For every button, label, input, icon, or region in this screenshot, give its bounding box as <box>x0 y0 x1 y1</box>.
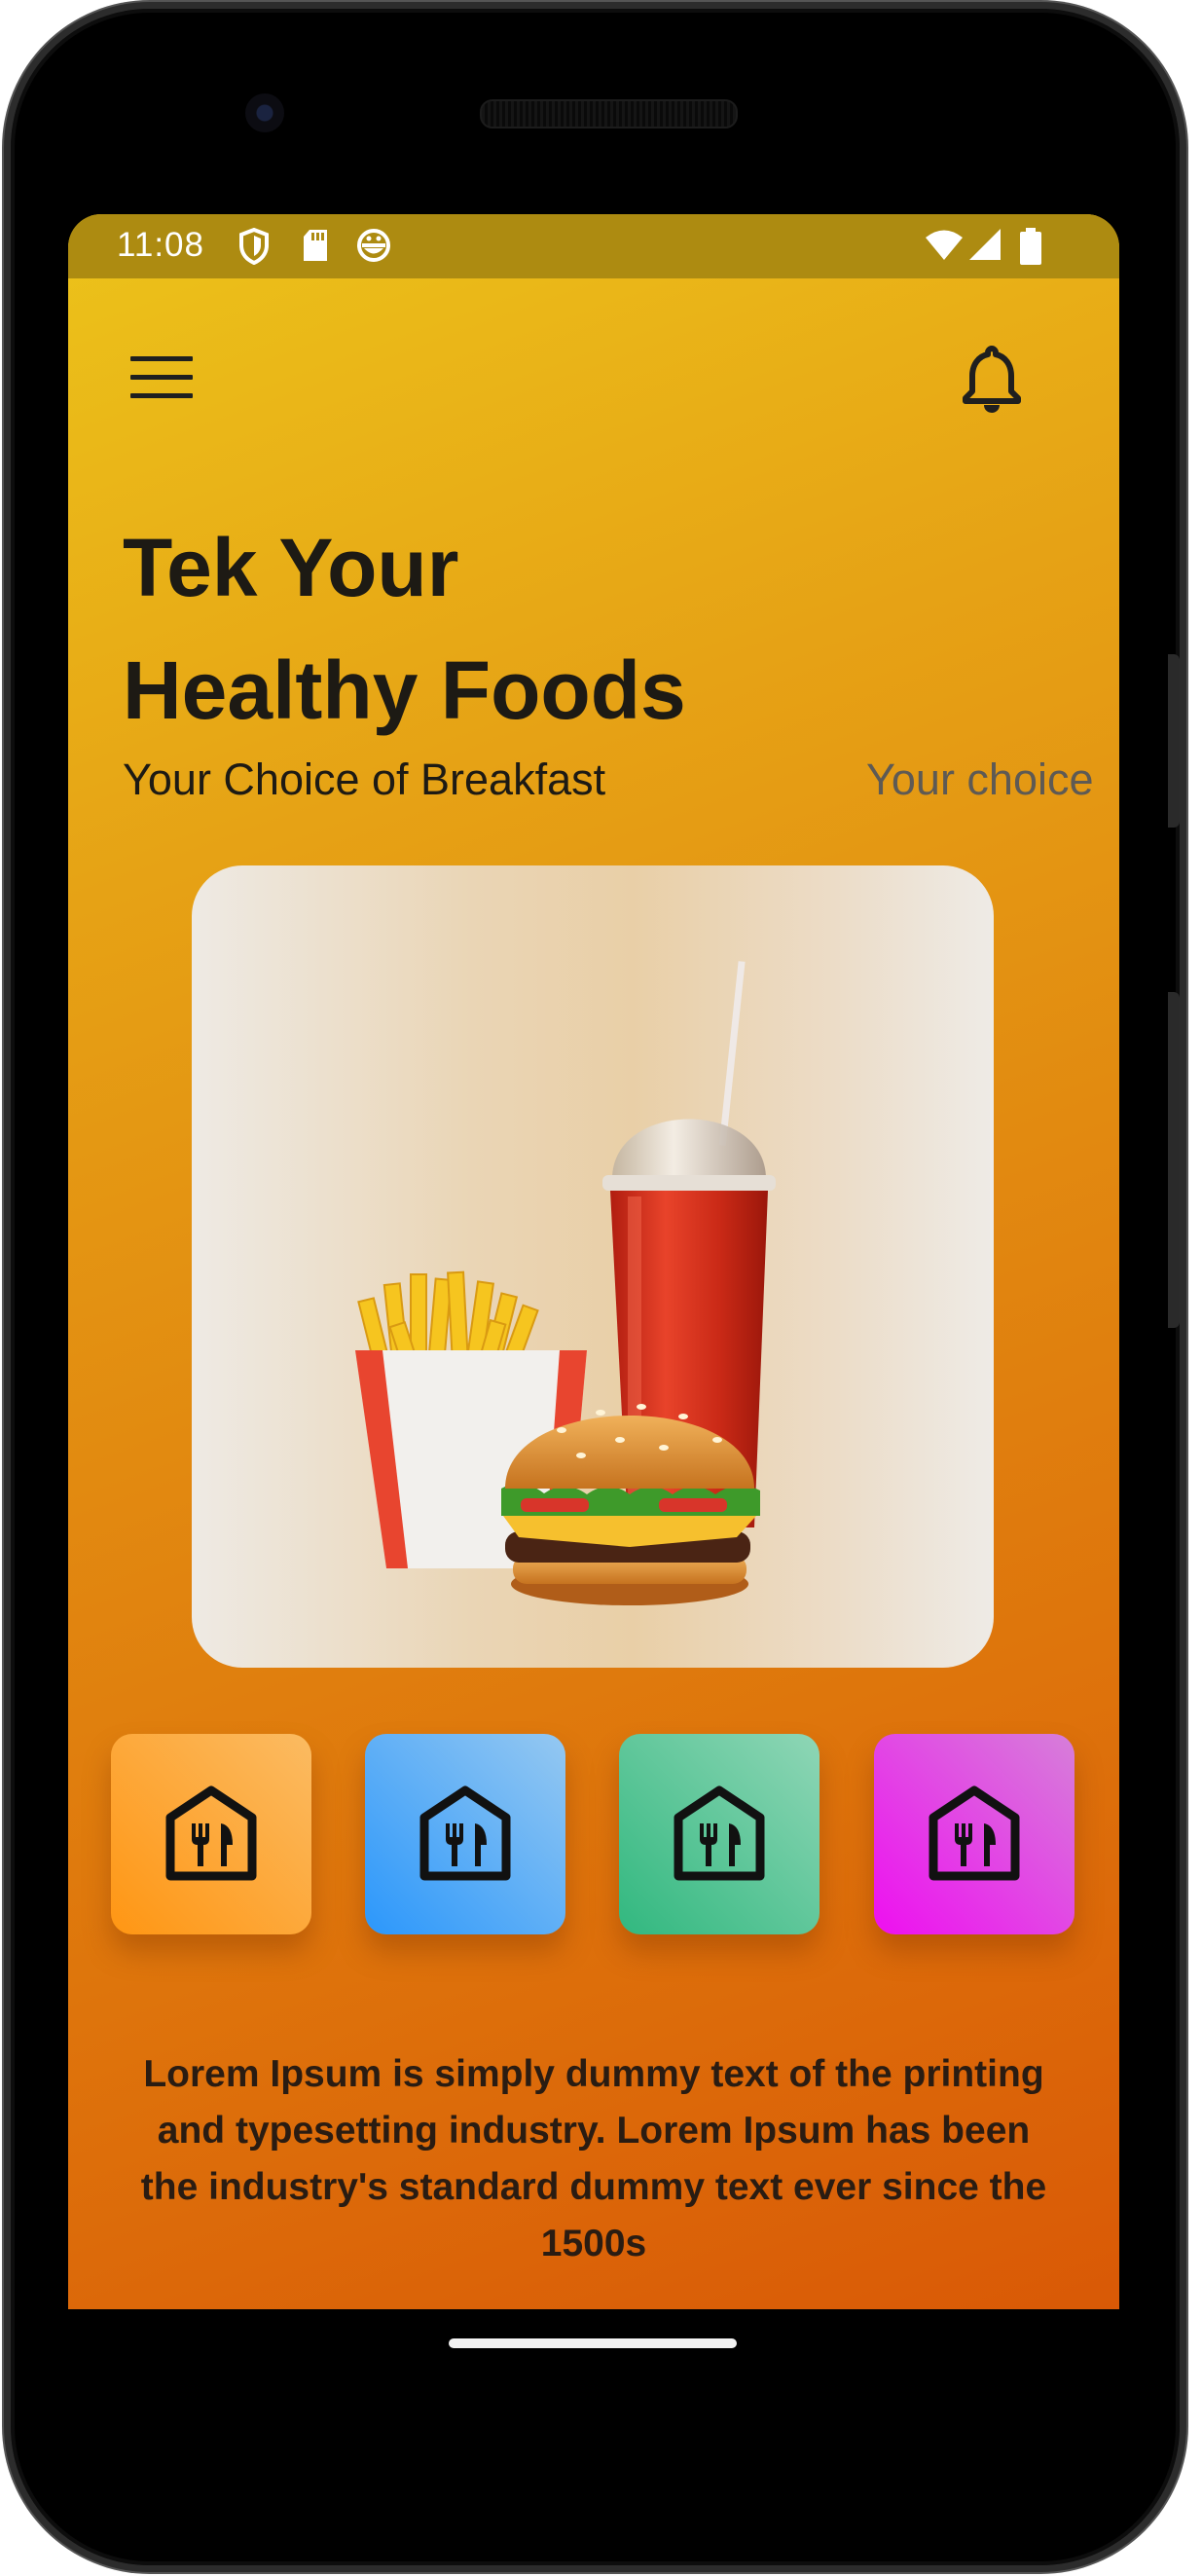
app-bar <box>68 278 1119 463</box>
earpiece-speaker <box>480 99 738 129</box>
front-camera <box>245 93 284 132</box>
wifi-icon <box>925 228 964 265</box>
food-carousel-card[interactable] <box>192 865 994 1668</box>
category-row <box>111 1734 1084 1938</box>
carousel-label-active[interactable]: Your Choice of Breakfast <box>123 754 605 805</box>
category-tile-3[interactable] <box>619 1734 820 1934</box>
power-button <box>1168 654 1180 828</box>
status-bar: 11:08 <box>68 214 1119 278</box>
restaurant-house-icon <box>419 1785 511 1881</box>
menu-icon <box>130 356 193 361</box>
restaurant-house-icon <box>165 1785 257 1881</box>
carousel-label-next[interactable]: Your choice <box>866 754 1094 805</box>
battery-icon <box>1020 228 1041 265</box>
category-tile-2[interactable] <box>365 1734 565 1934</box>
title-line-2: Healthy Foods <box>123 644 686 736</box>
restaurant-house-icon <box>929 1785 1020 1881</box>
volume-button <box>1168 992 1180 1328</box>
bell-icon <box>963 346 1021 413</box>
status-time: 11:08 <box>117 226 204 264</box>
sd-card-icon <box>302 228 329 265</box>
category-tile-1[interactable] <box>111 1734 311 1934</box>
restaurant-house-icon <box>674 1785 765 1881</box>
category-tile-4[interactable] <box>874 1734 1075 1934</box>
app-screen: 11:08 Tek Your Healthy Foods Your Choice… <box>68 214 1119 2309</box>
title-line-1: Tek Your <box>123 522 459 613</box>
cellular-signal-icon <box>968 228 1002 265</box>
shield-icon <box>239 228 269 265</box>
page-title: Tek Your Healthy Foods <box>123 506 686 752</box>
notifications-button[interactable] <box>962 344 1022 414</box>
menu-button[interactable] <box>130 356 193 407</box>
description-text: Lorem Ipsum is simply dummy text of the … <box>140 2053 1047 2264</box>
burger-fries-drink-image <box>355 961 776 1605</box>
android-debug-icon <box>356 228 391 265</box>
home-indicator[interactable] <box>449 2338 737 2348</box>
